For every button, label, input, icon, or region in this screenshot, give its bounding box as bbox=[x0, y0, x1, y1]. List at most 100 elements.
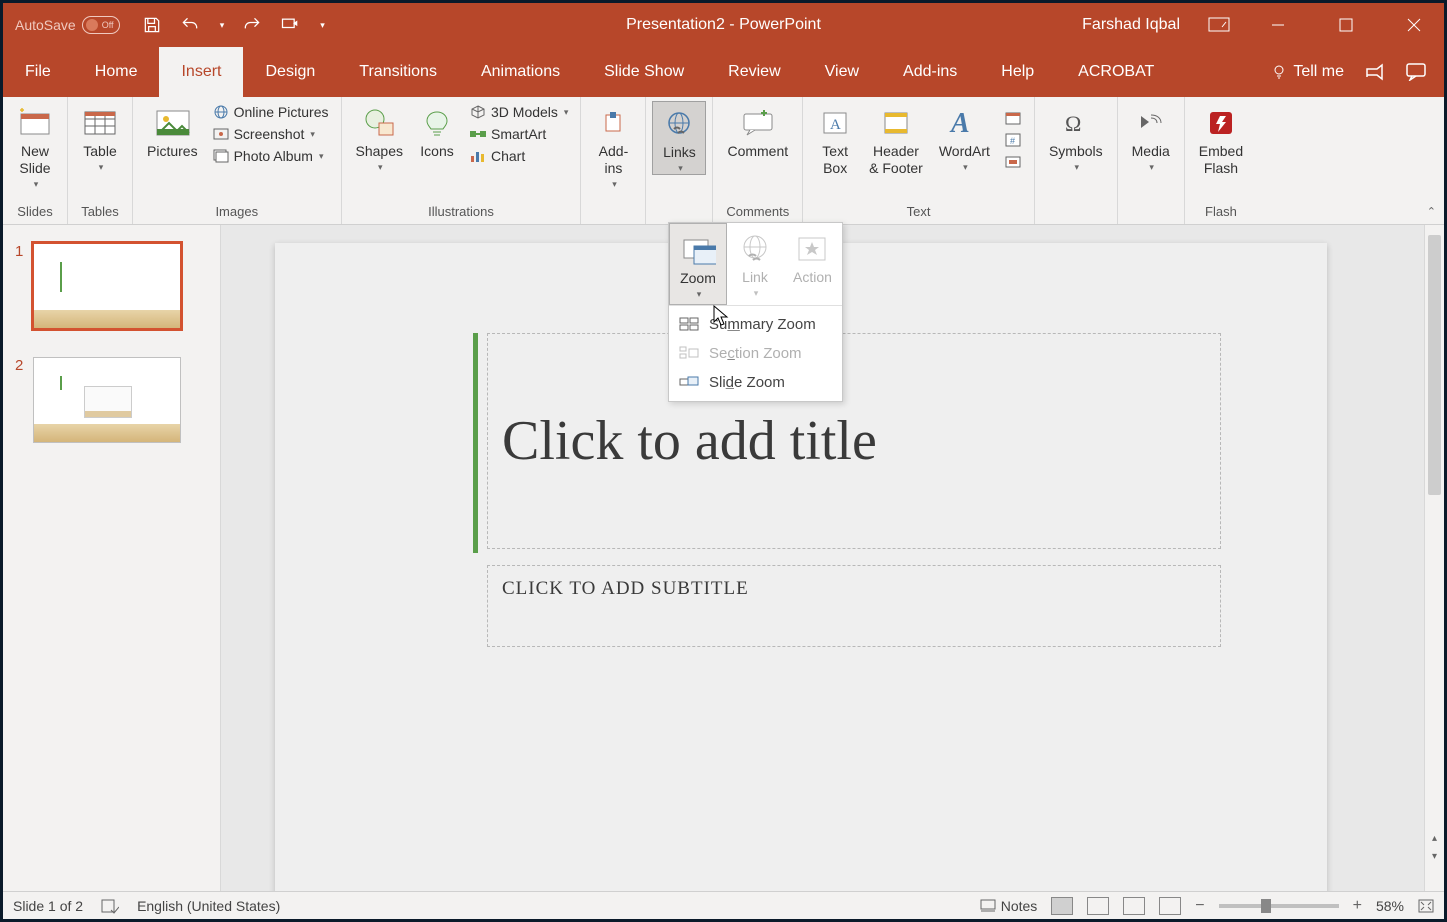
add-ins-button[interactable]: Add- ins ▾ bbox=[587, 101, 639, 190]
3d-models-button[interactable]: 3D Models▾ bbox=[463, 101, 574, 123]
normal-view-button[interactable] bbox=[1051, 897, 1073, 915]
tab-help[interactable]: Help bbox=[979, 47, 1056, 97]
icons-icon bbox=[419, 105, 455, 141]
close-button[interactable] bbox=[1394, 10, 1434, 40]
spellcheck-icon[interactable] bbox=[101, 898, 119, 914]
photo-album-button[interactable]: Photo Album▾ bbox=[206, 145, 335, 167]
embed-flash-button[interactable]: Embed Flash bbox=[1191, 101, 1251, 177]
tab-add-ins[interactable]: Add-ins bbox=[881, 47, 979, 97]
shapes-button[interactable]: Shapes ▾ bbox=[348, 101, 411, 173]
slide-thumbnails[interactable]: 1 2 bbox=[3, 225, 221, 891]
next-slide-arrow[interactable]: ▾ bbox=[1425, 851, 1444, 869]
slideshow-view-button[interactable] bbox=[1159, 897, 1181, 915]
link-icon bbox=[737, 231, 773, 267]
notes-button[interactable]: Notes bbox=[980, 898, 1038, 914]
tab-transitions[interactable]: Transitions bbox=[337, 47, 459, 97]
slide-zoom-item[interactable]: Slide Zoom bbox=[669, 368, 842, 397]
comments-icon[interactable] bbox=[1406, 63, 1426, 81]
tab-file[interactable]: File bbox=[3, 47, 73, 97]
date-time-button[interactable] bbox=[998, 107, 1028, 129]
tab-review[interactable]: Review bbox=[706, 47, 802, 97]
tab-acrobat[interactable]: ACROBAT bbox=[1056, 47, 1176, 97]
thumb-number-1: 1 bbox=[15, 243, 23, 329]
header-footer-icon bbox=[878, 105, 914, 141]
tab-slide-show[interactable]: Slide Show bbox=[582, 47, 706, 97]
share-icon[interactable] bbox=[1364, 63, 1386, 81]
zoom-slider[interactable] bbox=[1219, 904, 1339, 908]
vertical-scrollbar[interactable]: ▴ ▾ bbox=[1424, 225, 1444, 891]
maximize-button[interactable] bbox=[1326, 10, 1366, 40]
scroll-thumb[interactable] bbox=[1428, 235, 1441, 495]
header-footer-button[interactable]: Header & Footer bbox=[861, 101, 931, 177]
toggle-icon: Off bbox=[82, 16, 120, 34]
language-indicator[interactable]: English (United States) bbox=[137, 898, 280, 914]
slide-sorter-view-button[interactable] bbox=[1087, 897, 1109, 915]
media-button[interactable]: Media ▾ bbox=[1124, 101, 1178, 173]
chart-icon bbox=[469, 147, 487, 165]
comment-button[interactable]: Comment bbox=[719, 101, 796, 160]
zoom-out-button[interactable]: − bbox=[1195, 897, 1204, 915]
pictures-button[interactable]: Pictures bbox=[139, 101, 206, 160]
chart-button[interactable]: Chart bbox=[463, 145, 574, 167]
new-slide-button[interactable]: New Slide ▾ bbox=[9, 101, 61, 190]
summary-zoom-item[interactable]: Summary Zoom bbox=[669, 310, 842, 339]
online-pictures-icon bbox=[212, 103, 230, 121]
redo-icon[interactable] bbox=[242, 15, 262, 35]
symbols-button[interactable]: Ω Symbols ▾ bbox=[1041, 101, 1111, 173]
collapse-ribbon-icon[interactable]: ⌃ bbox=[1427, 205, 1436, 218]
slide-number-button[interactable]: # bbox=[998, 129, 1028, 151]
undo-dropdown[interactable]: ▾ bbox=[220, 20, 225, 31]
ribbon-display-options-icon[interactable] bbox=[1208, 17, 1230, 33]
slide-counter[interactable]: Slide 1 of 2 bbox=[13, 898, 83, 914]
online-pictures-button[interactable]: Online Pictures bbox=[206, 101, 335, 123]
quick-access-toolbar: ▾ ▾ bbox=[132, 15, 325, 35]
add-ins-icon bbox=[595, 105, 631, 141]
flash-icon bbox=[1203, 105, 1239, 141]
start-from-beginning-icon[interactable] bbox=[280, 15, 300, 35]
reading-view-button[interactable] bbox=[1123, 897, 1145, 915]
minimize-button[interactable] bbox=[1258, 10, 1298, 40]
screenshot-button[interactable]: Screenshot▾ bbox=[206, 123, 335, 145]
tab-insert[interactable]: Insert bbox=[159, 47, 243, 97]
links-button[interactable]: Links ▾ bbox=[652, 101, 706, 175]
svg-text:A: A bbox=[830, 117, 841, 133]
thumbnail-slide-2[interactable] bbox=[33, 357, 181, 443]
fit-to-window-button[interactable] bbox=[1418, 899, 1434, 913]
table-icon bbox=[82, 105, 118, 141]
zoom-percent[interactable]: 58% bbox=[1376, 898, 1404, 914]
action-button: Action bbox=[783, 223, 842, 305]
text-box-button[interactable]: A Text Box bbox=[809, 101, 861, 177]
zoom-in-button[interactable]: + bbox=[1353, 897, 1362, 915]
cursor-icon bbox=[713, 305, 731, 327]
cube-icon bbox=[469, 103, 487, 121]
user-name[interactable]: Farshad Iqbal bbox=[1082, 16, 1180, 34]
tab-design[interactable]: Design bbox=[243, 47, 337, 97]
section-zoom-item: Section Zoom bbox=[669, 339, 842, 368]
tab-home[interactable]: Home bbox=[73, 47, 160, 97]
table-button[interactable]: Table ▾ bbox=[74, 101, 126, 173]
subtitle-placeholder[interactable]: CLICK TO ADD SUBTITLE bbox=[487, 565, 1221, 647]
undo-icon[interactable] bbox=[180, 15, 200, 35]
link-button: Link ▾ bbox=[727, 223, 783, 305]
group-illustrations: Shapes ▾ Icons 3D Models▾ SmartArt Char bbox=[342, 97, 582, 224]
action-icon bbox=[794, 231, 830, 267]
autosave-toggle[interactable]: AutoSave Off bbox=[3, 16, 132, 34]
zoom-button[interactable]: Zoom ▾ bbox=[669, 223, 727, 305]
prev-slide-arrow[interactable]: ▴ bbox=[1425, 833, 1444, 851]
thumbnail-slide-1[interactable] bbox=[33, 243, 181, 329]
save-icon[interactable] bbox=[142, 15, 162, 35]
object-button[interactable] bbox=[998, 151, 1028, 173]
title-placeholder[interactable]: Click to add title bbox=[487, 333, 1221, 549]
date-icon bbox=[1004, 109, 1022, 127]
qat-customize[interactable]: ▾ bbox=[320, 20, 325, 31]
tab-animations[interactable]: Animations bbox=[459, 47, 582, 97]
group-links: Links ▾ bbox=[646, 97, 713, 224]
icons-button[interactable]: Icons bbox=[411, 101, 463, 160]
group-media: Media ▾ bbox=[1118, 97, 1185, 224]
tab-view[interactable]: View bbox=[803, 47, 881, 97]
photo-album-icon bbox=[212, 147, 230, 165]
tell-me[interactable]: Tell me bbox=[1271, 63, 1344, 81]
wordart-button[interactable]: A WordArt ▾ bbox=[931, 101, 998, 173]
smartart-button[interactable]: SmartArt bbox=[463, 123, 574, 145]
screenshot-icon bbox=[212, 125, 230, 143]
